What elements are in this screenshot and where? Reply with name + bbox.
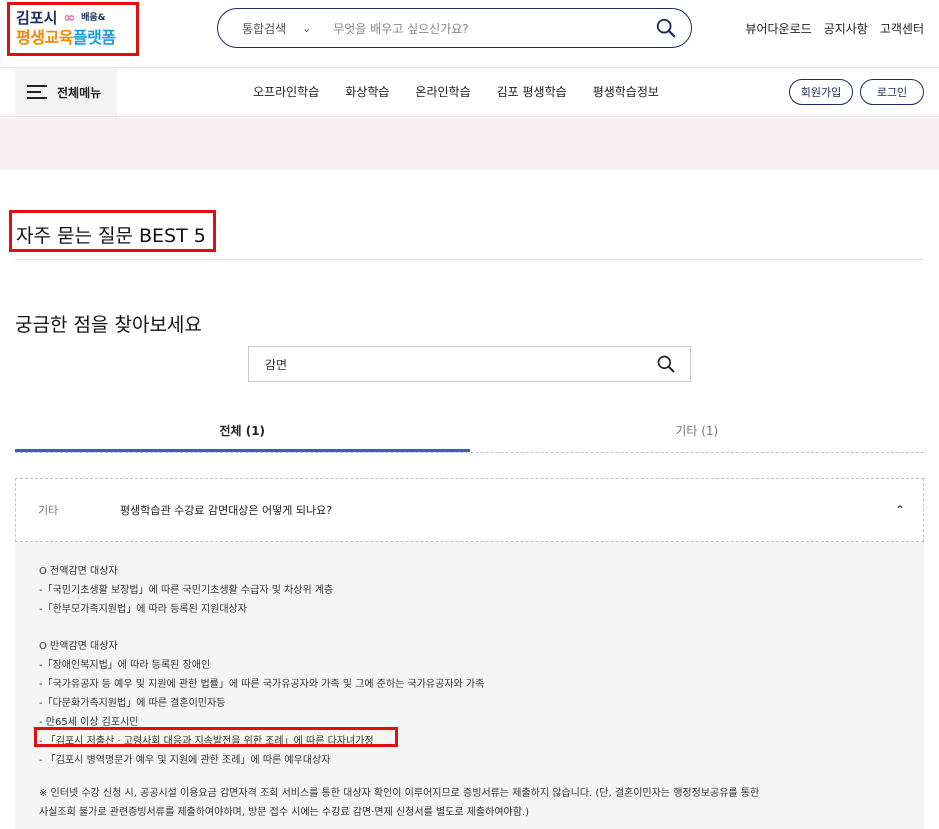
search-category-select[interactable]: 통합검색 xyxy=(242,20,302,37)
faq-tabs: 전체 (1) 기타 (1) xyxy=(15,410,924,453)
tab-etc[interactable]: 기타 (1) xyxy=(470,410,925,452)
chevron-down-icon[interactable]: ⌄ xyxy=(302,22,311,35)
answer-group2-title: O 반액감면 대상자 xyxy=(39,641,118,652)
answer-line: -「한부모가족지원법」에 따라 등록된 지원대상자 xyxy=(39,604,247,615)
nav-item-info[interactable]: 평생학습정보 xyxy=(593,83,659,100)
title-divider xyxy=(15,259,924,260)
faq-question-row[interactable]: 기타 평생학습관 수강료 감면대상은 어떻게 되나요? ⌃ xyxy=(15,478,924,542)
site-logo[interactable]: 김포시 ∞ 배움& 평생교육플랫폼 xyxy=(7,2,139,56)
answer-line: -「장애인복지법」에 따라 등록된 장애인 xyxy=(39,660,211,671)
all-menu-button[interactable]: 전체메뉴 xyxy=(15,68,117,116)
faq-answer: O 전액감면 대상자 -「국민기초생활 보장법」에 따른 국민기초생활 수급자 … xyxy=(15,542,924,829)
logo-text-line1: 김포시 xyxy=(16,9,58,27)
login-button[interactable]: 로그인 xyxy=(860,79,924,105)
logo-text-line2b: 플랫폼 xyxy=(72,28,116,47)
nav-item-video[interactable]: 화상학습 xyxy=(345,83,389,100)
faq-question: 평생학습관 수강료 감면대상은 어떻게 되나요? xyxy=(120,504,333,517)
logo-subtext: 배움& xyxy=(81,13,106,23)
nav-item-online[interactable]: 온라인학습 xyxy=(415,83,470,100)
faq-category: 기타 xyxy=(38,504,59,517)
section-subtitle: 궁금한 점을 찾아보세요 xyxy=(15,314,202,336)
main-nav-items: 오프라인학습 화상학습 온라인학습 김포 평생학습 평생학습정보 xyxy=(253,83,659,100)
answer-line: -「다문화가족지원법」에 따른 결혼이민자등 xyxy=(39,698,226,709)
answer-note-line2: 사실조회 불가로 관련증빙서류를 제출하여야하며, 방문 접수 시에는 수강료 … xyxy=(39,807,530,818)
utility-links: 뷰어다운로드 공지사항 고객센터 xyxy=(745,20,924,37)
search-icon[interactable] xyxy=(655,17,677,39)
answer-line: -「국가유공자 등 예우 및 지원에 관한 법률」에 따른 국가유공자와 가족 … xyxy=(39,679,485,690)
answer-note-line1: ※ 인터넷 수강 신청 시, 공공시설 이용요금 감면자격 조회 서비스를 통한… xyxy=(39,788,760,799)
customer-center-link[interactable]: 고객센터 xyxy=(880,20,924,37)
page-title: 자주 묻는 질문 BEST 5 xyxy=(9,210,216,252)
main-navbar: 전체메뉴 오프라인학습 화상학습 온라인학습 김포 평생학습 평생학습정보 회원… xyxy=(0,67,939,117)
viewer-download-link[interactable]: 뷰어다운로드 xyxy=(745,20,811,37)
join-button[interactable]: 회원가입 xyxy=(789,79,853,105)
nav-item-offline[interactable]: 오프라인학습 xyxy=(253,83,319,100)
highlight-box xyxy=(34,727,398,747)
answer-line: - 「김포시 병역명문가 예우 및 지원에 관한 조례」에 따른 예우대상자 xyxy=(39,755,331,766)
search-icon[interactable] xyxy=(656,354,676,374)
faq-search-value[interactable]: 감면 xyxy=(265,356,656,373)
search-input[interactable]: 무엇을 배우고 싶으신가요? xyxy=(333,20,655,37)
notice-link[interactable]: 공지사항 xyxy=(824,20,868,37)
hamburger-icon xyxy=(27,85,47,99)
faq-search-input[interactable]: 감면 xyxy=(248,346,691,382)
nav-item-gimpo[interactable]: 김포 평생학습 xyxy=(497,83,567,100)
answer-line: -「국민기초생활 보장법」에 따른 국민기초생활 수급자 및 차상위 계층 xyxy=(39,585,334,596)
all-menu-label: 전체메뉴 xyxy=(57,85,102,100)
tab-all[interactable]: 전체 (1) xyxy=(15,410,470,452)
chevron-up-icon[interactable]: ⌃ xyxy=(877,503,923,517)
top-banner xyxy=(0,118,939,170)
infinity-icon: ∞ xyxy=(63,10,76,26)
logo-text-line2a: 평생교육 xyxy=(16,28,73,47)
global-search-bar[interactable]: 통합검색 ⌄ 무엇을 배우고 싶으신가요? xyxy=(217,8,692,48)
answer-group1-title: O 전액감면 대상자 xyxy=(39,566,118,577)
